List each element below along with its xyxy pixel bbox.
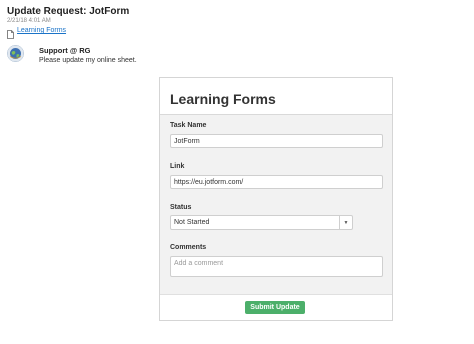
submit-update-button[interactable]: Submit Update bbox=[245, 301, 305, 314]
comments-textarea[interactable]: Add a comment bbox=[170, 256, 383, 277]
form-footer: Submit Update bbox=[160, 294, 392, 320]
sender-name: Support @ RG bbox=[39, 46, 91, 55]
form-header: Learning Forms bbox=[160, 78, 392, 115]
message-body: Please update my online sheet. bbox=[39, 57, 137, 64]
globe-avatar-icon bbox=[7, 45, 24, 62]
email-header-title: Update Request: JotForm bbox=[7, 6, 130, 17]
task-name-label: Task Name bbox=[170, 122, 207, 129]
email-date: 2/21/18 4:01 AM bbox=[7, 18, 51, 24]
status-selected-value: Not Started bbox=[174, 219, 210, 226]
form-body: Task Name JotForm Link https://eu.jotfor… bbox=[160, 115, 392, 295]
document-icon bbox=[7, 26, 14, 39]
comments-label: Comments bbox=[170, 244, 207, 251]
update-form: Learning Forms Task Name JotForm Link ht… bbox=[159, 77, 393, 321]
status-label: Status bbox=[170, 204, 192, 211]
sheet-link-row[interactable]: Learning Forms bbox=[7, 26, 66, 39]
task-name-input[interactable]: JotForm bbox=[170, 134, 383, 148]
status-select[interactable]: Not Started ▼ bbox=[170, 215, 353, 230]
form-title: Learning Forms bbox=[170, 91, 276, 107]
sheet-link[interactable]: Learning Forms bbox=[17, 27, 66, 34]
chevron-down-icon[interactable]: ▼ bbox=[339, 216, 352, 229]
link-input[interactable]: https://eu.jotform.com/ bbox=[170, 175, 383, 189]
link-label: Link bbox=[170, 163, 185, 170]
